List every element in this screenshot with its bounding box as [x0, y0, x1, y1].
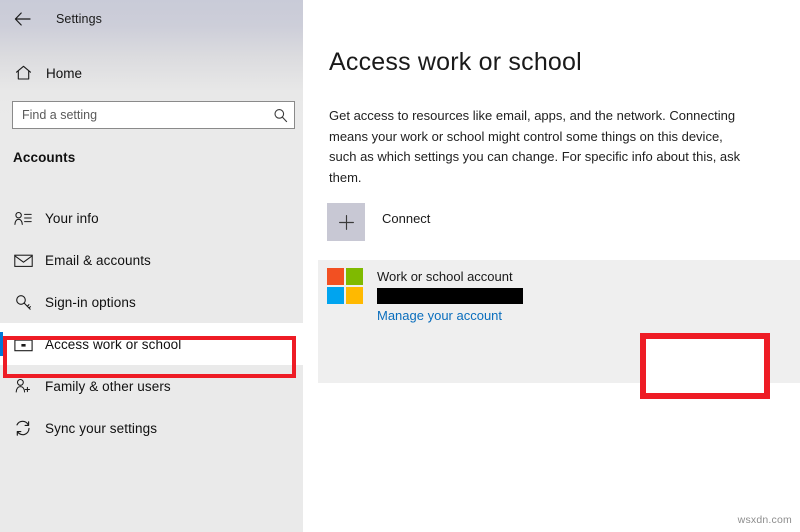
key-icon — [0, 294, 42, 311]
window-title: Settings — [56, 12, 102, 26]
plus-icon — [327, 203, 365, 241]
sidebar-nav-list: Your info Email & accounts — [0, 197, 303, 449]
connect-button[interactable]: Connect — [327, 203, 430, 241]
work-school-account-card[interactable]: Work or school account Manage your accou… — [318, 260, 800, 383]
main-content: Access work or school Get access to reso… — [303, 0, 800, 532]
sidebar-item-sync-your-settings[interactable]: Sync your settings — [0, 407, 303, 449]
connect-label: Connect — [382, 211, 430, 226]
envelope-icon — [0, 253, 42, 267]
page-title: Access work or school — [329, 48, 582, 77]
sidebar: Settings Home Accounts — [0, 0, 303, 532]
home-icon — [0, 65, 42, 81]
title-bar: Settings — [0, 0, 303, 38]
sidebar-item-label: Sync your settings — [45, 421, 157, 436]
sidebar-item-label: Family & other users — [45, 379, 171, 394]
account-type-label: Work or school account — [377, 269, 513, 284]
sync-icon — [0, 420, 42, 437]
sidebar-item-home[interactable]: Home — [0, 55, 303, 91]
user-add-icon — [0, 378, 42, 394]
sidebar-item-label: Access work or school — [45, 337, 181, 352]
sidebar-home-label: Home — [46, 66, 82, 81]
search-input[interactable] — [13, 102, 266, 128]
search-icon[interactable] — [266, 108, 294, 123]
sidebar-item-access-work-or-school[interactable]: Access work or school — [0, 323, 303, 365]
page-description: Get access to resources like email, apps… — [329, 106, 749, 188]
manage-your-account-link[interactable]: Manage your account — [377, 308, 502, 323]
sidebar-item-family-other-users[interactable]: Family & other users — [0, 365, 303, 407]
account-email-redacted — [377, 288, 523, 304]
sidebar-item-email-accounts[interactable]: Email & accounts — [0, 239, 303, 281]
back-button[interactable] — [0, 4, 44, 34]
user-info-icon — [0, 211, 42, 226]
sidebar-item-label: Email & accounts — [45, 253, 151, 268]
briefcase-icon — [0, 336, 42, 352]
sidebar-item-signin-options[interactable]: Sign-in options — [0, 281, 303, 323]
sidebar-item-label: Your info — [45, 211, 99, 226]
back-arrow-icon — [14, 12, 31, 26]
sidebar-item-your-info[interactable]: Your info — [0, 197, 303, 239]
microsoft-logo-icon — [327, 268, 363, 304]
sidebar-section-header: Accounts — [13, 150, 75, 165]
settings-window: Settings Home Accounts — [0, 0, 800, 532]
watermark: wsxdn.com — [738, 514, 792, 526]
search-box[interactable] — [12, 101, 295, 129]
sidebar-item-label: Sign-in options — [45, 295, 136, 310]
